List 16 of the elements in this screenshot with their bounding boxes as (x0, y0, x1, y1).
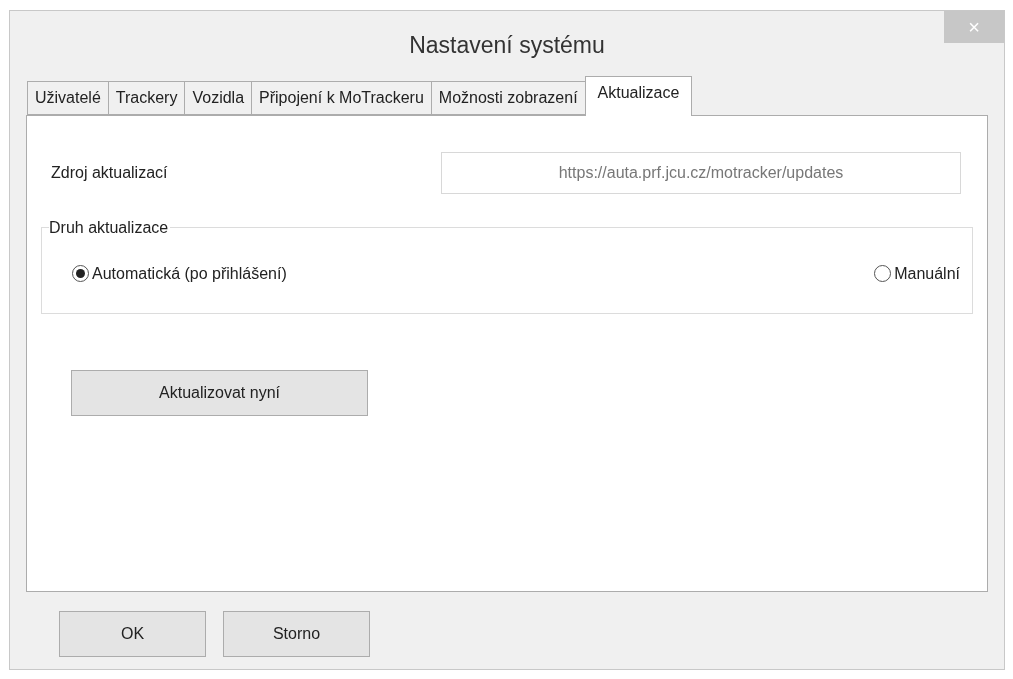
tab[interactable]: Uživatelé (27, 81, 108, 115)
radio-option[interactable]: Manuální (874, 261, 960, 286)
window-title: Nastavení systému (409, 30, 605, 60)
tab[interactable]: Vozidla (184, 81, 252, 115)
tab[interactable]: Aktualizace (584, 76, 693, 116)
radio-button[interactable] (874, 265, 892, 282)
field-label: Zdroj aktualizací (51, 163, 168, 183)
update-now-button[interactable]: Aktualizovat nyní (71, 370, 368, 416)
tab[interactable]: Připojení k MoTrackeru (251, 81, 431, 115)
url-field[interactable]: https://auta.prf.jcu.cz/motracker/updates (441, 152, 961, 194)
radio-button[interactable] (72, 265, 89, 282)
radio-option[interactable]: Automatická (po přihlášení) (72, 261, 287, 286)
tab[interactable]: Trackery (107, 81, 185, 115)
dialog-button[interactable]: Storno (223, 611, 370, 657)
tab[interactable]: Možnosti zobrazení (430, 81, 585, 115)
dialog-button[interactable]: OK (59, 611, 206, 657)
